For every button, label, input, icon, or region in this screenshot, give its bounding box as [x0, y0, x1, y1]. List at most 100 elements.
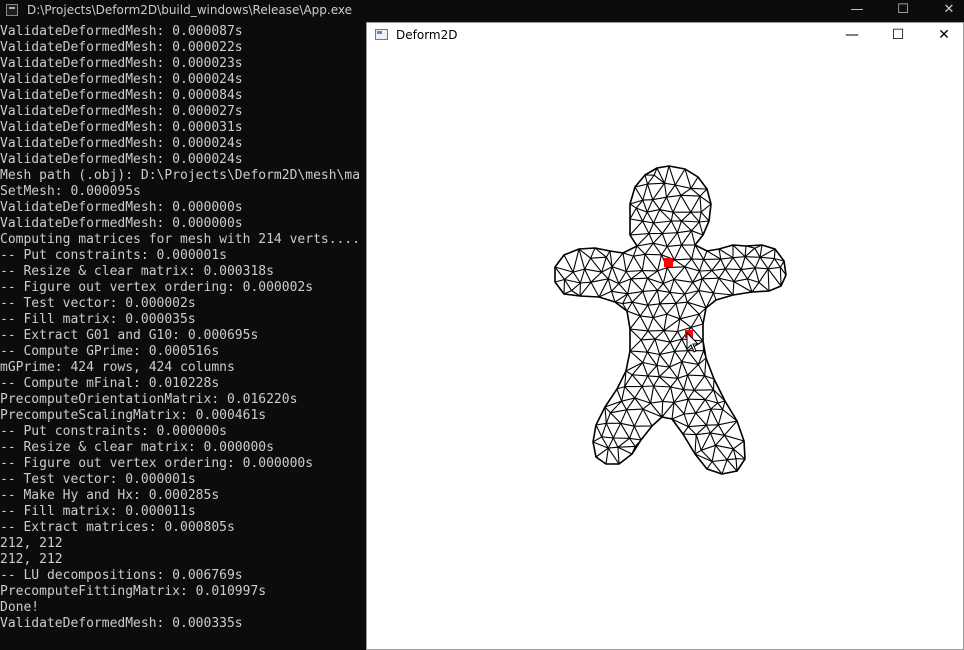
mesh-edge [683, 374, 689, 390]
mesh-edge [634, 386, 643, 399]
mesh-edge [698, 290, 707, 309]
gingerbread-mesh[interactable] [554, 165, 787, 475]
mesh-edge [767, 258, 775, 270]
mesh-edge [653, 313, 667, 319]
mesh-edge [640, 330, 649, 341]
console-line: -- Test vector: 0.000002s [0, 296, 196, 311]
console-line: Computing matrices for mesh with 214 ver… [0, 232, 361, 247]
mesh-edge [669, 366, 679, 379]
mesh-edge [740, 256, 746, 270]
deform2d-title: Deform2D [396, 28, 458, 42]
mesh-edge [735, 458, 738, 472]
mesh-edge [779, 267, 782, 287]
console-line: -- Compute GPrime: 0.000516s [0, 344, 220, 359]
mesh-edge [617, 446, 633, 455]
mesh-edge [751, 282, 760, 293]
mesh-edge [662, 267, 668, 284]
console-close-button[interactable]: ✕ [926, 0, 964, 22]
mesh-edge [745, 256, 761, 258]
console-line: ValidateDeformedMesh: 0.000087s [0, 24, 243, 39]
deform2d-window: Deform2D — ☐ ✕ [366, 22, 964, 650]
mesh-viewport[interactable] [367, 49, 963, 649]
mesh-edge [627, 278, 632, 294]
mesh-edge [653, 222, 663, 234]
mesh-edge [679, 318, 692, 328]
deform2d-titlebar: Deform2D — ☐ ✕ [367, 23, 963, 49]
mesh-edge [621, 400, 628, 411]
mesh-edge [605, 423, 614, 439]
console-line: ValidateDeformedMesh: 0.000335s [0, 616, 243, 631]
mesh-edge [644, 253, 659, 272]
deform2d-minimize-button[interactable]: — [829, 23, 875, 49]
mesh-edge [712, 459, 728, 463]
mesh-edge [641, 375, 649, 387]
console-line: -- Put constraints: 0.000000s [0, 424, 227, 439]
mesh-edge [710, 408, 723, 411]
deform2d-close-button[interactable]: ✕ [921, 23, 964, 49]
console-line: ValidateDeformedMesh: 0.000000s [0, 200, 243, 215]
mesh-edge [717, 409, 724, 425]
mesh-edge [677, 374, 688, 379]
mesh-edge [667, 244, 682, 247]
mesh-edge [720, 257, 734, 260]
deform2d-maximize-button[interactable]: ☐ [875, 23, 921, 49]
mesh-edge [720, 258, 726, 270]
mesh-edge [622, 252, 634, 257]
mesh-edge [663, 278, 675, 285]
mesh-edge [572, 248, 580, 273]
mesh-edge [580, 281, 592, 284]
mesh-edge [652, 182, 665, 201]
mesh-edge [675, 303, 681, 319]
console-line: ValidateDeformedMesh: 0.000024s [0, 136, 243, 151]
mesh-edge [647, 375, 655, 387]
mesh-edge [680, 194, 701, 197]
mesh-edge [647, 365, 658, 377]
mesh-edge [647, 182, 665, 185]
mesh-edge [631, 362, 644, 376]
mesh-edge [680, 195, 692, 213]
mesh-edge [626, 270, 643, 273]
console-line: ValidateDeformedMesh: 0.000023s [0, 56, 243, 71]
mesh-edge [564, 271, 574, 280]
mesh-edge [710, 432, 725, 436]
console-line: -- Compute mFinal: 0.010228s [0, 376, 220, 391]
mesh-edge [675, 184, 692, 189]
mesh-edge [706, 424, 711, 434]
mesh-edge [759, 256, 769, 270]
mesh-edge [710, 402, 719, 410]
mesh-edge [608, 446, 618, 449]
console-minimize-button[interactable]: — [834, 0, 880, 22]
mesh-edge [656, 364, 670, 368]
mesh-edge [669, 341, 676, 352]
mesh-edge [718, 268, 726, 279]
mesh-edge [617, 447, 620, 465]
mesh-edge [598, 278, 609, 298]
mesh-edge [656, 290, 661, 304]
mesh-edge [677, 230, 692, 234]
mesh-edge [666, 267, 675, 280]
mesh-edge [712, 278, 720, 294]
mesh-edge [709, 432, 717, 446]
mesh-edge [648, 222, 655, 234]
mesh-edge [711, 270, 720, 279]
mesh-edge [607, 437, 614, 449]
mesh-edge [711, 445, 717, 462]
mesh-edge [625, 370, 633, 376]
mesh-edge [767, 268, 770, 292]
mesh-edge [676, 220, 682, 233]
mesh-edge [642, 408, 653, 427]
mesh-edge [683, 399, 689, 415]
mesh-edge [633, 255, 643, 271]
mesh-edge [641, 254, 646, 271]
console-maximize-button[interactable]: ☐ [880, 0, 926, 22]
mesh-edge [701, 270, 713, 280]
mesh-edge [683, 389, 689, 400]
mesh-edge [654, 330, 665, 340]
constraint-handle[interactable] [664, 258, 673, 267]
console-titlebar: D:\Projects\Deform2D\build_windows\Relea… [0, 0, 964, 22]
console-line: -- Extract G01 and G10: 0.000695s [0, 328, 259, 343]
mesh-edge [687, 398, 697, 414]
mesh-edge [646, 338, 656, 353]
mesh-edge [627, 293, 633, 303]
mesh-edge [605, 448, 609, 465]
